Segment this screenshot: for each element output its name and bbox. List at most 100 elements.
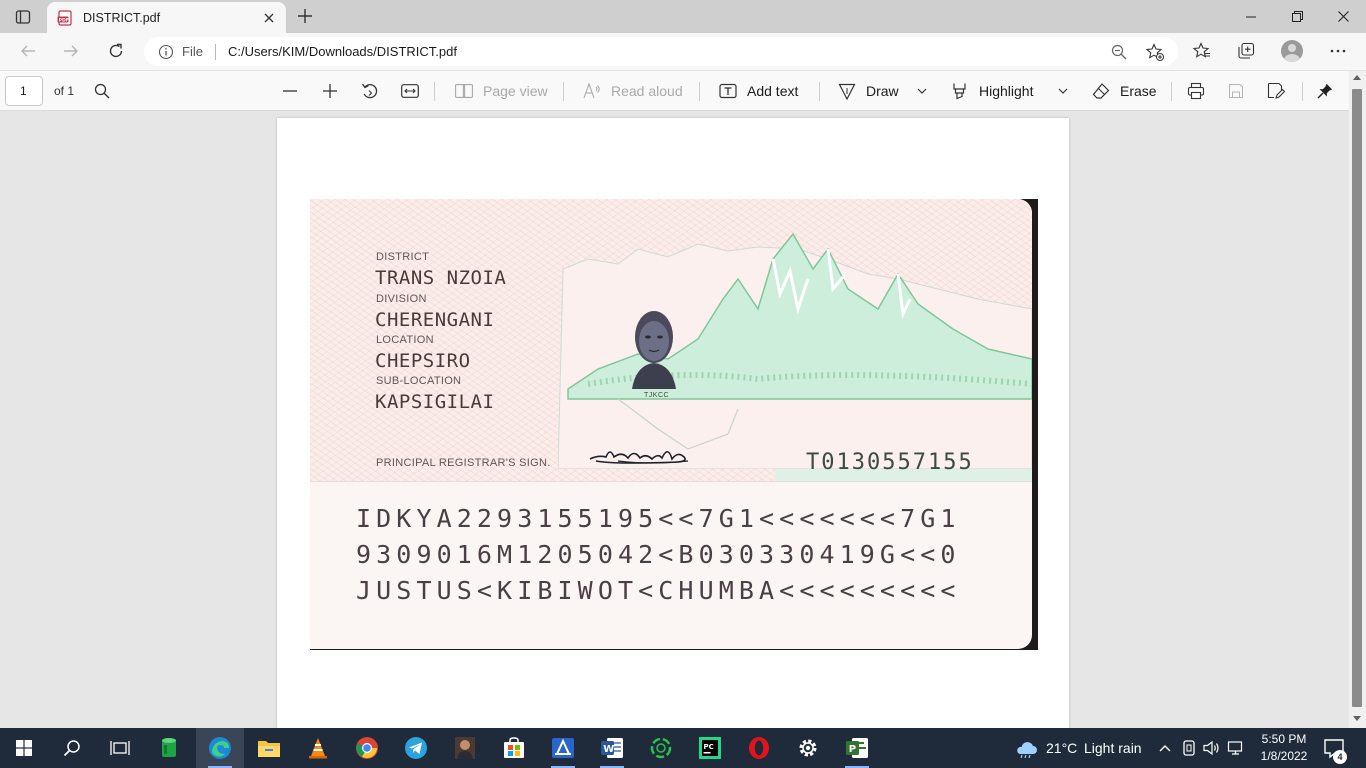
task-view-button[interactable] bbox=[96, 728, 144, 768]
forward-button[interactable] bbox=[57, 38, 85, 64]
page-view-button[interactable]: Page view bbox=[455, 80, 548, 102]
rotate-button[interactable] bbox=[358, 80, 382, 102]
add-favorite-button[interactable] bbox=[1142, 40, 1168, 64]
rotate-icon bbox=[361, 83, 378, 99]
location-value: CHEPSIRO bbox=[375, 350, 471, 372]
volume-button[interactable] bbox=[1202, 738, 1222, 758]
chevron-down-icon bbox=[1058, 88, 1068, 94]
svg-text:PDF: PDF bbox=[59, 17, 69, 23]
pin-toolbar-button[interactable] bbox=[1313, 80, 1337, 102]
taskbar-sync-app[interactable] bbox=[637, 728, 685, 768]
profile-button[interactable] bbox=[1277, 37, 1307, 65]
toolbar-separator bbox=[1302, 82, 1303, 101]
edge-browser-icon bbox=[209, 737, 231, 759]
taskbar-edge[interactable] bbox=[196, 728, 244, 768]
taskbar-file-explorer[interactable] bbox=[245, 728, 293, 768]
zoom-button[interactable] bbox=[1106, 40, 1132, 64]
read-aloud-button[interactable]: Read aloud bbox=[583, 80, 683, 102]
address-separator bbox=[214, 43, 216, 60]
browser-tab[interactable]: PDF DISTRICT.pdf bbox=[47, 2, 286, 33]
info-icon[interactable] bbox=[158, 44, 174, 60]
taskbar-chrome[interactable] bbox=[343, 728, 391, 768]
save-button[interactable] bbox=[1224, 80, 1248, 102]
district-value: TRANS NZOIA bbox=[375, 267, 507, 289]
show-hidden-icons-button[interactable] bbox=[1155, 738, 1175, 758]
address-scheme-label: File bbox=[182, 44, 203, 59]
plus-icon bbox=[298, 9, 312, 23]
taskbar-vlc[interactable] bbox=[294, 728, 342, 768]
avatar bbox=[1281, 40, 1303, 62]
system-clock[interactable]: 5:50 PM 1/8/2022 bbox=[1253, 731, 1315, 765]
page-view-icon bbox=[455, 84, 473, 98]
taskbar-store[interactable] bbox=[490, 728, 538, 768]
collections-button[interactable] bbox=[1231, 37, 1261, 65]
telegram-icon bbox=[405, 737, 427, 759]
toolbar-separator bbox=[699, 82, 700, 101]
card-divider bbox=[310, 481, 1032, 482]
minus-icon bbox=[283, 90, 297, 92]
new-tab-button[interactable] bbox=[293, 5, 317, 27]
address-url[interactable]: C:/Users/KIM/Downloads/DISTRICT.pdf bbox=[228, 44, 1096, 59]
usb-device-icon bbox=[1183, 740, 1195, 756]
scroll-thumb[interactable] bbox=[1352, 89, 1362, 707]
restore-icon bbox=[1291, 11, 1303, 22]
start-button[interactable] bbox=[0, 728, 48, 768]
taskbar-pycharm[interactable]: PC bbox=[686, 728, 734, 768]
zoom-in-button[interactable] bbox=[318, 80, 342, 102]
taskbar-person-app[interactable] bbox=[441, 728, 489, 768]
zoom-out-button[interactable] bbox=[278, 80, 302, 102]
refresh-button[interactable] bbox=[102, 38, 130, 64]
weather-condition[interactable]: Light rain bbox=[1084, 740, 1142, 756]
notification-count-badge: 4 bbox=[1333, 750, 1347, 764]
gear-icon bbox=[799, 739, 817, 757]
search-taskbar-button[interactable] bbox=[48, 728, 96, 768]
window-close-button[interactable] bbox=[1320, 0, 1366, 33]
erase-button[interactable]: Erase bbox=[1092, 80, 1157, 102]
search-button[interactable] bbox=[90, 80, 114, 102]
scroll-up-icon[interactable] bbox=[1353, 75, 1361, 80]
fit-to-width-button[interactable] bbox=[398, 80, 422, 102]
network-button[interactable] bbox=[1226, 738, 1246, 758]
page-number-input[interactable]: 1 bbox=[5, 76, 43, 106]
vertical-scrollbar[interactable] bbox=[1349, 71, 1366, 728]
zoom-icon bbox=[1111, 44, 1127, 59]
draw-options-dropdown[interactable] bbox=[910, 80, 934, 102]
taskbar-snip-app[interactable] bbox=[539, 728, 587, 768]
settings-more-button[interactable] bbox=[1323, 37, 1353, 65]
clock-date: 1/8/2022 bbox=[1260, 749, 1308, 763]
print-button[interactable] bbox=[1184, 80, 1208, 102]
add-text-button[interactable]: Add text bbox=[719, 80, 798, 102]
tab-actions-button[interactable] bbox=[10, 6, 36, 28]
highlight-options-dropdown[interactable] bbox=[1051, 80, 1075, 102]
back-button[interactable] bbox=[14, 38, 42, 64]
taskbar-opera[interactable] bbox=[735, 728, 783, 768]
mrz-line-1: IDKYA2293155195<<7G1<<<<<<<7G1 bbox=[356, 504, 961, 533]
minimize-button[interactable] bbox=[1228, 0, 1274, 33]
save-as-button[interactable] bbox=[1264, 80, 1288, 102]
pdf-toolbar: 1 of 1 Page view Read aloud Add text Dra… bbox=[0, 70, 1366, 111]
taskbar-settings[interactable] bbox=[784, 728, 832, 768]
svg-text:P: P bbox=[849, 744, 856, 755]
registrar-sign-label: PRINCIPAL REGISTRAR'S SIGN. bbox=[376, 457, 551, 469]
search-icon bbox=[63, 740, 80, 757]
plus-icon bbox=[323, 84, 337, 98]
restore-button[interactable] bbox=[1274, 0, 1320, 33]
store-bag-icon bbox=[504, 737, 524, 758]
weather-temperature[interactable]: 21°C bbox=[1046, 740, 1077, 756]
taskbar-app-green[interactable] bbox=[145, 728, 193, 768]
device-tray-button[interactable] bbox=[1179, 738, 1199, 758]
snipping-tool-icon bbox=[552, 738, 574, 758]
highlight-button[interactable]: Highlight bbox=[951, 80, 1033, 102]
address-bar[interactable]: File C:/Users/KIM/Downloads/DISTRICT.pdf bbox=[144, 37, 1178, 66]
id-card-back: DISTRICT TRANS NZOIA DIVISION CHERENGANI… bbox=[310, 199, 1032, 649]
taskbar-project[interactable]: P bbox=[833, 728, 881, 768]
taskbar-word[interactable]: W bbox=[588, 728, 636, 768]
scroll-down-icon[interactable] bbox=[1353, 716, 1361, 721]
circle-arrows-icon bbox=[650, 737, 672, 759]
taskbar-telegram[interactable] bbox=[392, 728, 440, 768]
favorites-button[interactable] bbox=[1187, 37, 1217, 65]
minimize-icon bbox=[1246, 16, 1256, 17]
tab-close-button[interactable] bbox=[260, 9, 278, 27]
window-controls bbox=[1228, 0, 1366, 33]
draw-button[interactable]: Draw bbox=[838, 80, 899, 102]
